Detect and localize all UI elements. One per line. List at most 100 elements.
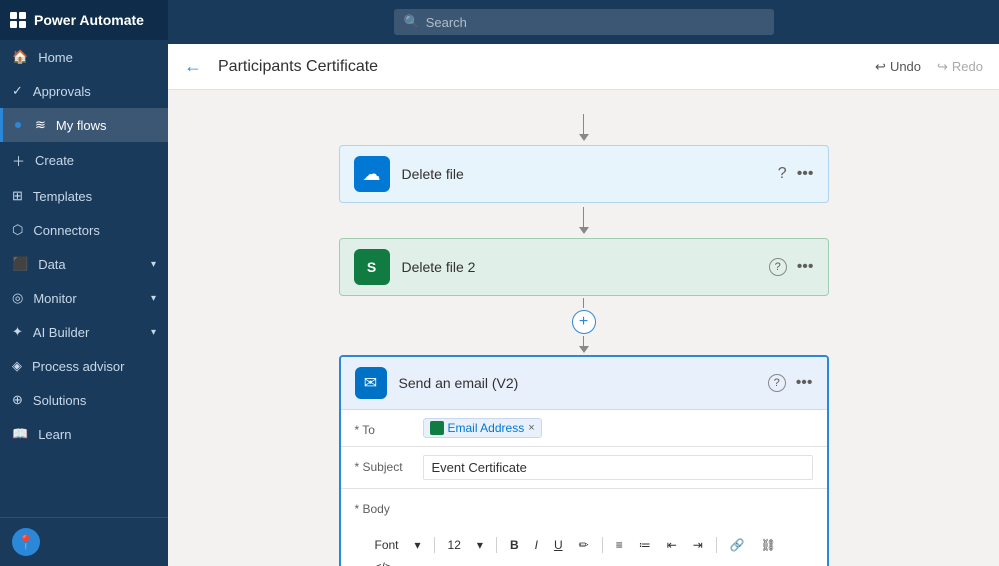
font-size-input[interactable]: 12	[442, 536, 467, 554]
solutions-icon: ⊕	[12, 392, 23, 408]
create-icon: ＋	[12, 151, 25, 170]
email-card-body: * To Email Address × * Subject	[341, 410, 827, 566]
font-size-arrow[interactable]: ▾	[471, 536, 489, 554]
sidebar-label-ai-builder: AI Builder	[33, 325, 89, 340]
email-card-icon: ✉	[355, 367, 387, 399]
indent-right-button[interactable]: ⇥	[687, 536, 709, 554]
sidebar-label-my-flows: My flows	[56, 118, 107, 133]
image-button[interactable]: ⛓	[755, 536, 782, 554]
sidebar-header: Power Automate	[0, 0, 168, 40]
redo-button[interactable]: ↪ Redo	[937, 59, 983, 75]
subject-input[interactable]: Event Certificate	[423, 455, 813, 480]
email-body-field: * Body Font ▾ 12 ▾ B I U ✏	[341, 489, 827, 566]
delete-file-2-icon: S	[354, 249, 390, 285]
connector-arrow-1	[579, 114, 589, 141]
sidebar: Power Automate 🏠 Home ✓ Approvals ≋ My f…	[0, 0, 168, 566]
italic-button[interactable]: I	[529, 536, 544, 554]
email-address-tag[interactable]: Email Address ×	[423, 418, 542, 438]
sidebar-item-create[interactable]: ＋ Create	[0, 142, 168, 179]
home-icon: 🏠	[12, 49, 28, 65]
body-label: * Body	[355, 497, 415, 516]
tag-excel-icon	[430, 421, 444, 435]
delete-file-1-help-icon[interactable]: ?	[778, 165, 787, 183]
undo-icon: ↩	[875, 59, 886, 75]
add-step-button[interactable]: +	[572, 310, 596, 334]
delete-file-1-more-icon[interactable]: •••	[797, 165, 814, 183]
delete-file-2-more-icon[interactable]: •••	[797, 258, 814, 276]
tag-remove-button[interactable]: ×	[528, 422, 534, 434]
code-button[interactable]: </>	[369, 558, 398, 566]
add-step-connector: +	[572, 298, 596, 353]
sidebar-item-monitor[interactable]: ◎ Monitor ▾	[0, 281, 168, 315]
sidebar-item-connectors[interactable]: ⬡ Connectors	[0, 213, 168, 247]
sidebar-item-learn[interactable]: 📖 Learn	[0, 417, 168, 451]
page-title: Participants Certificate	[218, 58, 863, 76]
sidebar-label-home: Home	[38, 50, 73, 65]
app-name: Power Automate	[34, 12, 144, 28]
subject-label: * Subject	[355, 455, 415, 474]
main-area: 🔍 Search ← Participants Certificate ↩ Un…	[168, 0, 999, 566]
undo-label: Undo	[890, 59, 921, 74]
sidebar-item-my-flows[interactable]: ≋ My flows	[0, 108, 168, 142]
monitor-chevron-icon: ▾	[151, 293, 156, 304]
delete-file-2-card[interactable]: S Delete file 2 ? •••	[339, 238, 829, 296]
sidebar-item-process-advisor[interactable]: ◈ Process advisor	[0, 349, 168, 383]
search-bar[interactable]: 🔍 Search	[394, 9, 774, 35]
toolbar-sep-3	[602, 537, 603, 553]
templates-icon: ⊞	[12, 188, 23, 204]
delete-file-1-title: Delete file	[402, 166, 766, 182]
sidebar-item-solutions[interactable]: ⊕ Solutions	[0, 383, 168, 417]
sidebar-label-connectors: Connectors	[33, 223, 99, 238]
process-advisor-icon: ◈	[12, 358, 22, 374]
delete-file-2-help-icon[interactable]: ?	[769, 258, 787, 276]
sidebar-label-data: Data	[38, 257, 65, 272]
highlight-button[interactable]: ✏	[573, 536, 595, 554]
bullet-list-button[interactable]: ≡	[610, 536, 629, 554]
email-card-header-actions: ? •••	[768, 374, 813, 392]
toolbar-sep-1	[434, 537, 435, 553]
font-dropdown[interactable]: Font	[369, 536, 405, 554]
delete-file-1-icon: ☁	[354, 156, 390, 192]
to-value: Email Address ×	[423, 418, 813, 438]
flow-column: ☁ Delete file ? ••• S Delete file 2	[334, 110, 834, 566]
ordered-list-button[interactable]: ≔	[633, 536, 657, 554]
sidebar-label-templates: Templates	[33, 189, 92, 204]
subheader-actions: ↩ Undo ↪ Redo	[875, 59, 983, 75]
email-card-title: Send an email (V2)	[399, 375, 756, 391]
approvals-icon: ✓	[12, 83, 23, 99]
email-more-icon[interactable]: •••	[796, 374, 813, 392]
sidebar-label-create: Create	[35, 153, 74, 168]
sidebar-item-home[interactable]: 🏠 Home	[0, 40, 168, 74]
sidebar-item-data[interactable]: ⬛ Data ▾	[0, 247, 168, 281]
sidebar-bottom: 📍	[0, 517, 168, 566]
toolbar-sep-2	[496, 537, 497, 553]
toolbar-sep-4	[716, 537, 717, 553]
data-chevron-icon: ▾	[151, 259, 156, 270]
ai-builder-icon: ✦	[12, 324, 23, 340]
indent-left-button[interactable]: ⇤	[661, 536, 683, 554]
sidebar-item-ai-builder[interactable]: ✦ AI Builder ▾	[0, 315, 168, 349]
underline-button[interactable]: U	[548, 536, 569, 554]
email-card-header[interactable]: ✉ Send an email (V2) ? •••	[341, 357, 827, 410]
body-toolbar: Font ▾ 12 ▾ B I U ✏ ≡ ≔	[355, 530, 813, 566]
user-avatar[interactable]: 📍	[12, 528, 40, 556]
delete-file-1-actions: ? •••	[778, 165, 814, 183]
delete-file-1-card[interactable]: ☁ Delete file ? •••	[339, 145, 829, 203]
link-button[interactable]: 🔗	[724, 536, 751, 554]
email-help-icon[interactable]: ?	[768, 374, 786, 392]
email-to-field: * To Email Address ×	[341, 410, 827, 447]
email-subject-field: * Subject Event Certificate	[341, 447, 827, 489]
search-icon: 🔍	[404, 14, 420, 30]
delete-file-2-title: Delete file 2	[402, 259, 757, 275]
sidebar-item-templates[interactable]: ⊞ Templates	[0, 179, 168, 213]
subject-value: Event Certificate	[423, 455, 813, 480]
redo-label: Redo	[952, 59, 983, 74]
bold-button[interactable]: B	[504, 536, 525, 554]
sidebar-item-approvals[interactable]: ✓ Approvals	[0, 74, 168, 108]
app-grid-icon[interactable]	[10, 12, 26, 28]
font-dropdown-arrow[interactable]: ▾	[409, 536, 427, 554]
search-input[interactable]: Search	[426, 15, 467, 30]
sidebar-label-monitor: Monitor	[33, 291, 76, 306]
back-button[interactable]: ←	[184, 56, 202, 77]
undo-button[interactable]: ↩ Undo	[875, 59, 921, 75]
